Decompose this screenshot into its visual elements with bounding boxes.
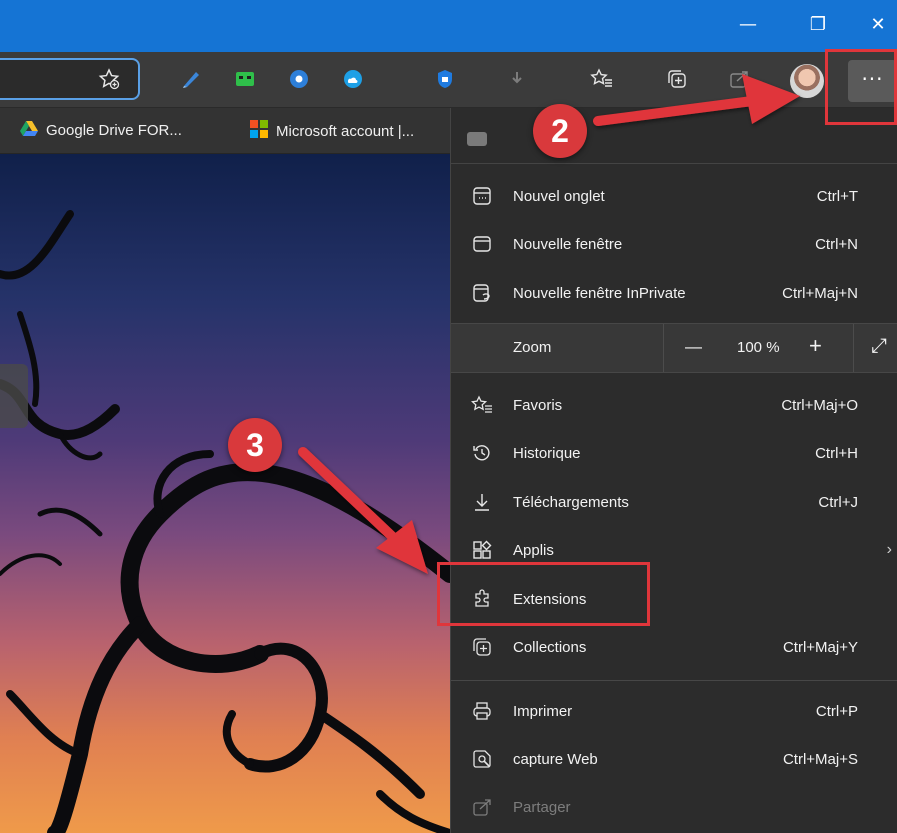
annotation-arrows xyxy=(298,74,800,574)
step-3-callout: 3 xyxy=(228,418,282,472)
highlight-more-button xyxy=(825,49,897,125)
highlight-extensions-item xyxy=(437,562,650,626)
step-2-callout: 2 xyxy=(533,104,587,158)
